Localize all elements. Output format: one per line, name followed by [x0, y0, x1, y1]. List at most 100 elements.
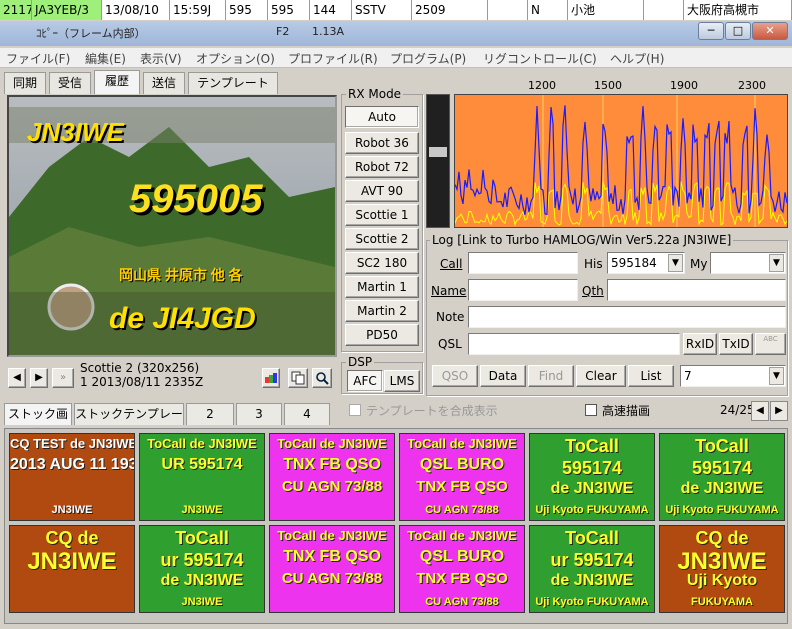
- magnifier-icon: [316, 372, 329, 385]
- close-button[interactable]: ✕: [752, 22, 788, 40]
- mode-avt90-button[interactable]: AVT 90: [345, 180, 419, 202]
- tab-stock-images[interactable]: ストック画像: [4, 403, 72, 441]
- hamlog-cell: 15:59J: [170, 0, 226, 20]
- mode-martin2-button[interactable]: Martin 2: [345, 300, 419, 322]
- menu-bar: ファイル(F) 編集(E) 表示(V) オプション(O) プロファイル(R) プ…: [0, 48, 792, 68]
- menu-options[interactable]: オプション(O): [196, 50, 275, 67]
- stock-thumbnail[interactable]: ToCall de JN3IWE UR 595174 JN3IWE: [139, 433, 265, 521]
- copy-button[interactable]: [288, 368, 308, 388]
- tab-stock-template-2[interactable]: 2: [186, 403, 234, 425]
- stock-thumbnail[interactable]: ToCall de JN3IWE TNX FB QSO CU AGN 73/88: [269, 433, 395, 521]
- my-rst-select[interactable]: ▼: [710, 252, 786, 274]
- qsl-input[interactable]: [468, 333, 680, 355]
- fast-draw-checkbox[interactable]: [585, 404, 597, 416]
- tab-send[interactable]: 送信: [143, 72, 185, 94]
- find-button[interactable]: Find: [528, 365, 574, 387]
- level-meter: [426, 94, 450, 228]
- thumbnail-text: de JN3IWE: [160, 572, 244, 589]
- stock-thumbnail[interactable]: ToCall ur 595174 de JN3IWE Uji Kyoto FUKUYA…: [529, 525, 655, 613]
- list-button[interactable]: List: [628, 365, 674, 387]
- prev-image-button[interactable]: ◀: [8, 368, 26, 388]
- qth-label: Qth: [582, 284, 604, 298]
- abc-button[interactable]: ABC: [755, 333, 786, 355]
- tab-stock-template-4[interactable]: 4: [284, 403, 330, 425]
- mmsstv-window: 2117 JA3YEB/3 13/08/10 15:59J 595 595 144 SSTV 2…: [0, 0, 792, 629]
- zoom-button[interactable]: [312, 368, 332, 388]
- level-marker: [429, 147, 447, 157]
- mode-pd50-button[interactable]: PD50: [345, 324, 419, 346]
- thumbnail-text: CU AGN 73/88: [281, 478, 383, 495]
- next-image-button[interactable]: ▶: [30, 368, 48, 388]
- mode-robot72-button[interactable]: Robot 72: [345, 156, 419, 178]
- menu-program[interactable]: プログラム(P): [390, 50, 466, 67]
- name-input[interactable]: [468, 279, 578, 301]
- thumbnail-text: CU AGN 73/88: [425, 504, 499, 516]
- fast-draw-label: 高速描画: [602, 404, 651, 418]
- spectrum-trace: [454, 105, 788, 216]
- tab-sync[interactable]: 同期: [4, 72, 46, 94]
- mode-robot36-button[interactable]: Robot 36: [345, 132, 419, 154]
- his-rst-select[interactable]: 595184 ▼: [607, 252, 685, 274]
- tab-history[interactable]: 履歴: [94, 70, 140, 94]
- maximize-button[interactable]: □: [725, 22, 751, 40]
- txid-button[interactable]: TxID: [719, 333, 753, 355]
- call-input[interactable]: [468, 252, 578, 274]
- mode-auto-button[interactable]: Auto: [345, 106, 419, 128]
- qth-input[interactable]: [607, 279, 786, 301]
- qso-button[interactable]: QSO: [432, 365, 478, 387]
- hamlog-cell: SSTV: [352, 0, 412, 20]
- spectrum-tick-1500: 1500: [594, 79, 622, 92]
- thumbnail-text: QSL BURO: [419, 548, 505, 565]
- stock-prev-button[interactable]: ◀: [751, 401, 769, 421]
- clear-button[interactable]: Clear: [576, 365, 626, 387]
- rxid-button[interactable]: RxID: [683, 333, 717, 355]
- mode-scottie2-button[interactable]: Scottie 2: [345, 228, 419, 250]
- thumbnail-text: 595174: [561, 458, 623, 478]
- stock-thumbnail[interactable]: ToCall 595174 de JN3IWE Uji Kyoto FUKUYAMA: [529, 433, 655, 521]
- minimize-button[interactable]: ─: [698, 22, 724, 40]
- thumbnail-text: ToCall de JN3IWE: [277, 436, 387, 451]
- shortcut-label: F2: [276, 25, 290, 38]
- mode-scottie1-button[interactable]: Scottie 1: [345, 204, 419, 226]
- spectrum-display: [454, 94, 788, 228]
- menu-file[interactable]: ファイル(F): [6, 50, 70, 67]
- stock-thumbnail[interactable]: ToCall de JN3IWE TNX FB QSO CU AGN 73/88: [269, 525, 395, 613]
- picture-caption: 岡山県 井原市 他 各: [119, 267, 243, 283]
- tab-stock-template-1[interactable]: ストックテンプレート 1: [74, 403, 184, 441]
- stock-next-button[interactable]: ▶: [770, 401, 788, 421]
- tab-template[interactable]: テンプレート: [188, 72, 278, 94]
- stock-thumbnail[interactable]: ToCall ur 595174 de JN3IWE JN3IWE: [139, 525, 265, 613]
- thumbnail-text: CQ de: [45, 528, 99, 548]
- thumbnail-text: UR 595174: [161, 456, 243, 473]
- thumbnail-text: JN3IWE: [181, 596, 223, 608]
- menu-help[interactable]: ヘルプ(H): [610, 50, 664, 67]
- stock-thumbnail[interactable]: CQ TEST de JN3IWE 2013 AUG 11 1933 JST JN3…: [9, 433, 135, 521]
- tab-stock-template-3[interactable]: 3: [236, 403, 282, 425]
- tab-receive[interactable]: 受信: [49, 72, 91, 94]
- last-image-button[interactable]: »: [52, 368, 74, 388]
- data-button[interactable]: Data: [480, 365, 526, 387]
- my-label: My: [690, 257, 708, 271]
- menu-rig-control[interactable]: リグコントロール(C): [483, 50, 597, 67]
- dsp-label: DSP: [346, 355, 375, 369]
- stock-thumbnail[interactable]: CQ de JN3IWE: [9, 525, 135, 613]
- stock-thumbnail[interactable]: ToCall de JN3IWE QSL BURO TNX FB QSO CU AGN…: [399, 433, 525, 521]
- thumbnail-text: QSL BURO: [419, 456, 505, 473]
- call-label: Call: [440, 257, 463, 271]
- mode-sc2-180-button[interactable]: SC2 180: [345, 252, 419, 274]
- menu-profile[interactable]: プロファイル(R): [288, 50, 378, 67]
- afc-toggle[interactable]: AFC: [347, 370, 383, 392]
- menu-edit[interactable]: 編集(E): [85, 50, 126, 67]
- title-bar: ｺﾋﾟｰ（フレーム内部） F2 1.13A ─ □ ✕: [0, 21, 792, 46]
- stock-thumbnail[interactable]: ToCall 595174 de JN3IWE Uji Kyoto FUKUYAMA: [659, 433, 785, 521]
- log-count-select[interactable]: 7 ▼: [680, 365, 786, 387]
- mode-martin1-button[interactable]: Martin 1: [345, 276, 419, 298]
- hamlog-strip: 2117 JA3YEB/3 13/08/10 15:59J 595 595 144 SSTV 2…: [0, 0, 792, 20]
- stock-thumbnail[interactable]: ToCall de JN3IWE QSL BURO TNX FB QSO CU AGN…: [399, 525, 525, 613]
- combine-template-checkbox[interactable]: [349, 404, 361, 416]
- menu-view[interactable]: 表示(V): [140, 50, 182, 67]
- note-input[interactable]: [468, 306, 786, 328]
- lms-toggle[interactable]: LMS: [384, 370, 420, 392]
- color-tool-button[interactable]: [262, 368, 280, 388]
- stock-thumbnail[interactable]: CQ de JN3IWE Uji Kyoto FUKUYAMA: [659, 525, 785, 613]
